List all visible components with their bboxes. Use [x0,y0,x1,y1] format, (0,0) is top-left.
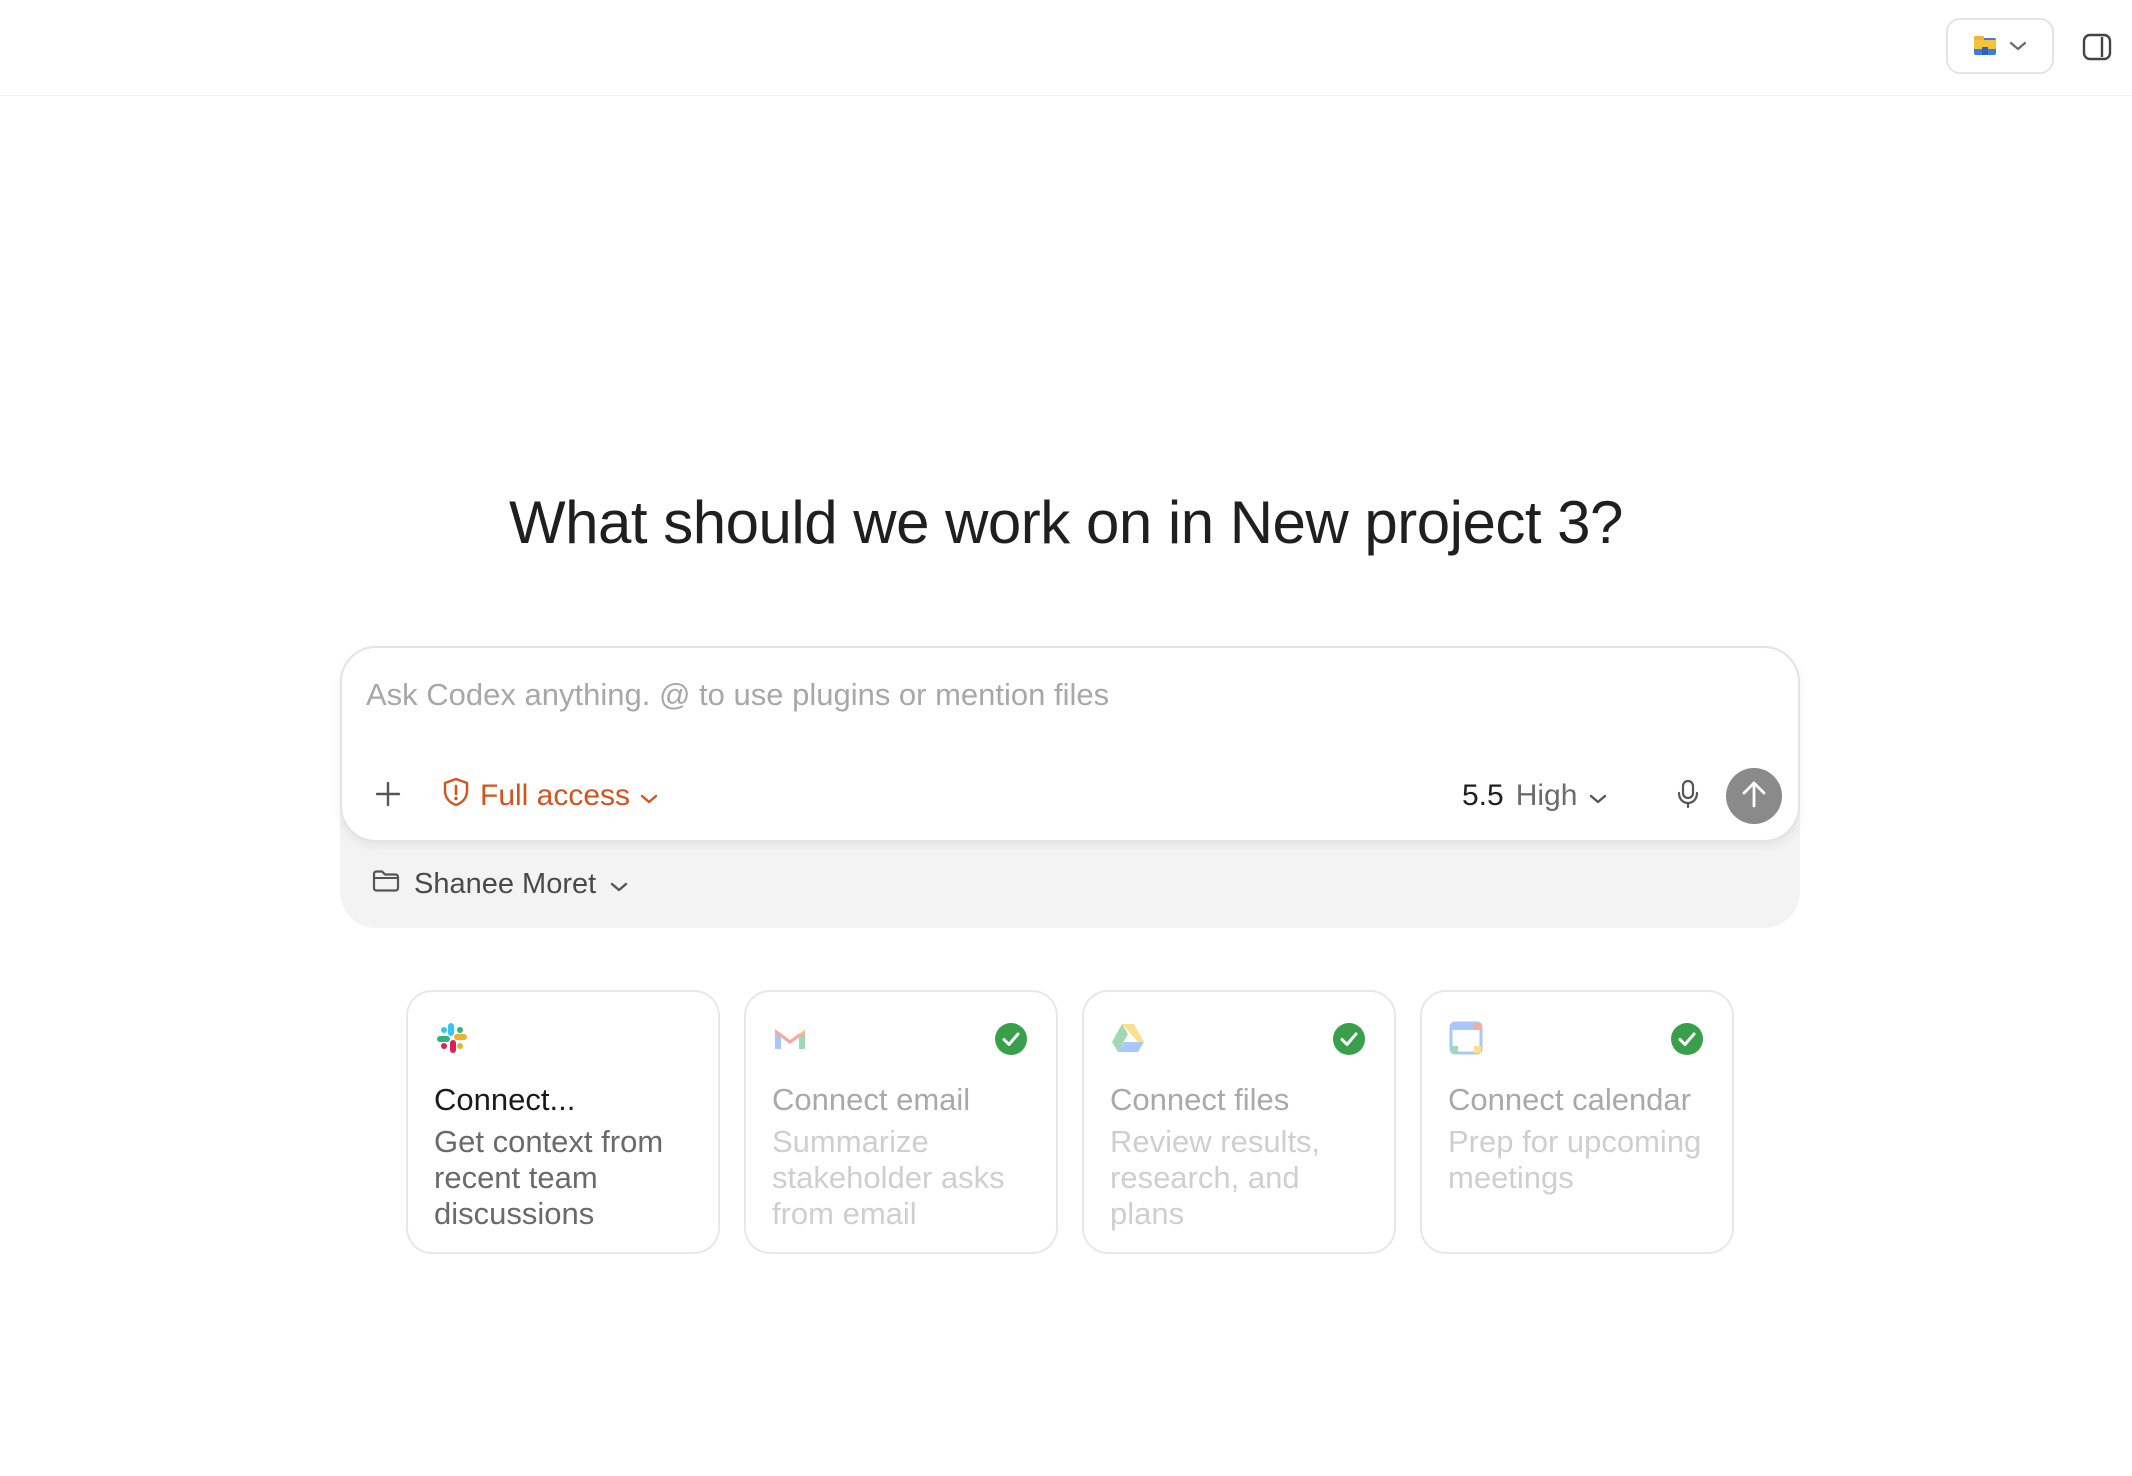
card-description: Prep for upcoming meetings [1448,1124,1702,1195]
connect-files-card[interactable]: Connect files Review results, research, … [1082,990,1396,1254]
chevron-down-icon [610,868,628,901]
page-title: What should we work on in New project 3? [509,489,1623,556]
folder-icon [372,868,400,901]
send-button[interactable] [1726,768,1782,824]
project-selector[interactable]: Shanee Moret [372,862,628,906]
app-window: What should we work on in New project 3? [0,0,2132,1476]
connector-cards: Connect... Get context from recent team … [406,990,1736,1254]
microphone-button[interactable] [1668,776,1708,816]
card-title: Connect files [1110,1082,1290,1117]
connect-slack-card[interactable]: Connect... Get context from recent team … [406,990,720,1254]
access-level-button[interactable]: Full access [442,774,658,818]
folder-app-icon [1973,35,1997,57]
card-title: Connect... [434,1082,576,1117]
chevron-down-icon [640,779,658,813]
slack-icon [434,1020,470,1056]
open-in-button[interactable] [1946,18,2054,74]
connect-calendar-card[interactable]: Connect calendar Prep for upcoming meeti… [1420,990,1734,1254]
arrow-up-icon [1740,779,1768,814]
prompt-input[interactable] [366,670,1766,720]
model-version: 5.5 [1462,779,1504,812]
project-label: Shanee Moret [414,867,597,900]
microphone-icon [1676,779,1700,814]
model-effort: High [1515,779,1578,812]
chevron-down-icon [1589,779,1607,813]
gmail-icon [772,1020,808,1056]
top-bar [0,0,2132,96]
add-attachment-button[interactable] [368,776,408,816]
sidebar-toggle-icon[interactable] [2080,30,2114,64]
connect-email-card[interactable]: Connect email Summarize stakeholder asks… [744,990,1058,1254]
card-description: Review results, research, and plans [1110,1124,1321,1231]
plus-icon [374,780,402,813]
check-circle-icon [1670,1022,1704,1056]
card-title: Connect email [772,1082,971,1117]
model-selector[interactable]: 5.5 High [1462,774,1607,818]
chevron-down-icon [2009,40,2027,52]
google-calendar-icon [1448,1020,1484,1056]
shield-warning-icon [442,777,470,815]
card-description: Summarize stakeholder asks from email [772,1124,1005,1231]
check-circle-icon [1332,1022,1366,1056]
access-level-label: Full access [480,779,631,812]
composer-box: Full access 5.5 High [340,646,1800,842]
card-title: Connect calendar [1448,1082,1691,1117]
check-circle-icon [994,1022,1028,1056]
composer-area: Full access 5.5 High [340,646,1800,928]
card-description: Get context from recent team discussions [434,1124,664,1231]
google-drive-icon [1110,1020,1146,1056]
